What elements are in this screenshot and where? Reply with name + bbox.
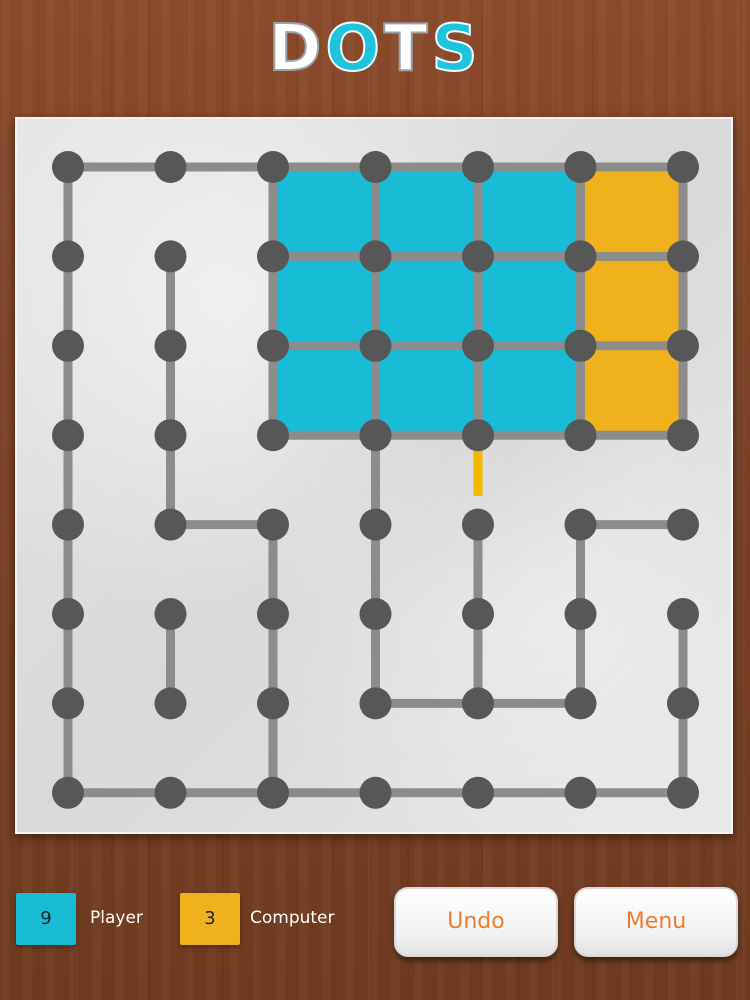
board-dot[interactable] xyxy=(154,598,187,630)
player-box xyxy=(273,256,376,346)
board-dot[interactable] xyxy=(154,687,187,720)
board-dot[interactable] xyxy=(667,419,699,452)
board-dot[interactable] xyxy=(52,419,84,452)
player-box xyxy=(375,167,478,257)
board-dot[interactable] xyxy=(462,240,494,273)
menu-button[interactable]: Menu xyxy=(574,887,738,957)
board-dot[interactable] xyxy=(257,598,289,630)
board-dot[interactable] xyxy=(564,598,597,630)
board-dot[interactable] xyxy=(359,598,392,630)
board-dot[interactable] xyxy=(154,776,187,809)
player-box xyxy=(478,345,581,436)
player-box xyxy=(273,167,376,257)
board-dot[interactable] xyxy=(667,687,699,720)
board-dot[interactable] xyxy=(462,687,494,720)
computer-score-value: 3 xyxy=(204,908,216,929)
player-label: Player xyxy=(90,908,143,928)
board-dot[interactable] xyxy=(52,151,84,183)
computer-box xyxy=(580,167,683,257)
game-board[interactable] xyxy=(0,0,750,850)
board-dot[interactable] xyxy=(564,776,597,809)
board-dot[interactable] xyxy=(257,419,289,452)
board-dot[interactable] xyxy=(462,419,494,452)
board-dot[interactable] xyxy=(257,151,289,183)
board-dot[interactable] xyxy=(564,151,597,183)
board-dot[interactable] xyxy=(359,329,392,362)
board-dot[interactable] xyxy=(52,687,84,720)
board-dot[interactable] xyxy=(359,240,392,273)
board-dot[interactable] xyxy=(154,508,187,541)
player-box xyxy=(478,167,581,257)
board-dot[interactable] xyxy=(257,329,289,362)
board-dot[interactable] xyxy=(462,776,494,809)
player-score-box: 9 xyxy=(16,893,76,945)
board-dot[interactable] xyxy=(462,329,494,362)
board-dot[interactable] xyxy=(564,508,597,541)
board-dot[interactable] xyxy=(359,419,392,452)
undo-button[interactable]: Undo xyxy=(394,887,558,957)
board-dot[interactable] xyxy=(564,687,597,720)
board-dot[interactable] xyxy=(52,329,84,362)
board-dot[interactable] xyxy=(667,508,699,541)
computer-box xyxy=(580,345,683,436)
player-score-value: 9 xyxy=(40,908,52,929)
board-dot[interactable] xyxy=(52,508,84,541)
board-dot[interactable] xyxy=(257,776,289,809)
board-dot[interactable] xyxy=(564,240,597,273)
board-dot[interactable] xyxy=(154,151,187,183)
board-dot[interactable] xyxy=(564,329,597,362)
player-box xyxy=(478,256,581,346)
board-dot[interactable] xyxy=(564,419,597,452)
board-dot[interactable] xyxy=(257,240,289,273)
board-dot[interactable] xyxy=(667,240,699,273)
board-dot[interactable] xyxy=(257,687,289,720)
board-dot[interactable] xyxy=(359,508,392,541)
board-dot[interactable] xyxy=(462,508,494,541)
board-dot[interactable] xyxy=(359,151,392,183)
player-box xyxy=(375,345,478,436)
board-dot[interactable] xyxy=(154,419,187,452)
board-dot[interactable] xyxy=(52,240,84,273)
board-dot[interactable] xyxy=(462,598,494,630)
computer-score-box: 3 xyxy=(180,893,240,945)
board-dot[interactable] xyxy=(257,508,289,541)
board-dot[interactable] xyxy=(52,598,84,630)
computer-label: Computer xyxy=(250,908,335,928)
board-dot[interactable] xyxy=(667,776,699,809)
board-dot[interactable] xyxy=(462,151,494,183)
board-dot[interactable] xyxy=(359,776,392,809)
board-dot[interactable] xyxy=(667,329,699,362)
player-box xyxy=(375,256,478,346)
board-dot[interactable] xyxy=(154,240,187,273)
board-dot[interactable] xyxy=(359,687,392,720)
board-dot[interactable] xyxy=(154,329,187,362)
player-box xyxy=(273,345,376,436)
board-dot[interactable] xyxy=(667,598,699,630)
board-dot[interactable] xyxy=(52,776,84,809)
board-dot[interactable] xyxy=(667,151,699,183)
computer-box xyxy=(580,256,683,346)
